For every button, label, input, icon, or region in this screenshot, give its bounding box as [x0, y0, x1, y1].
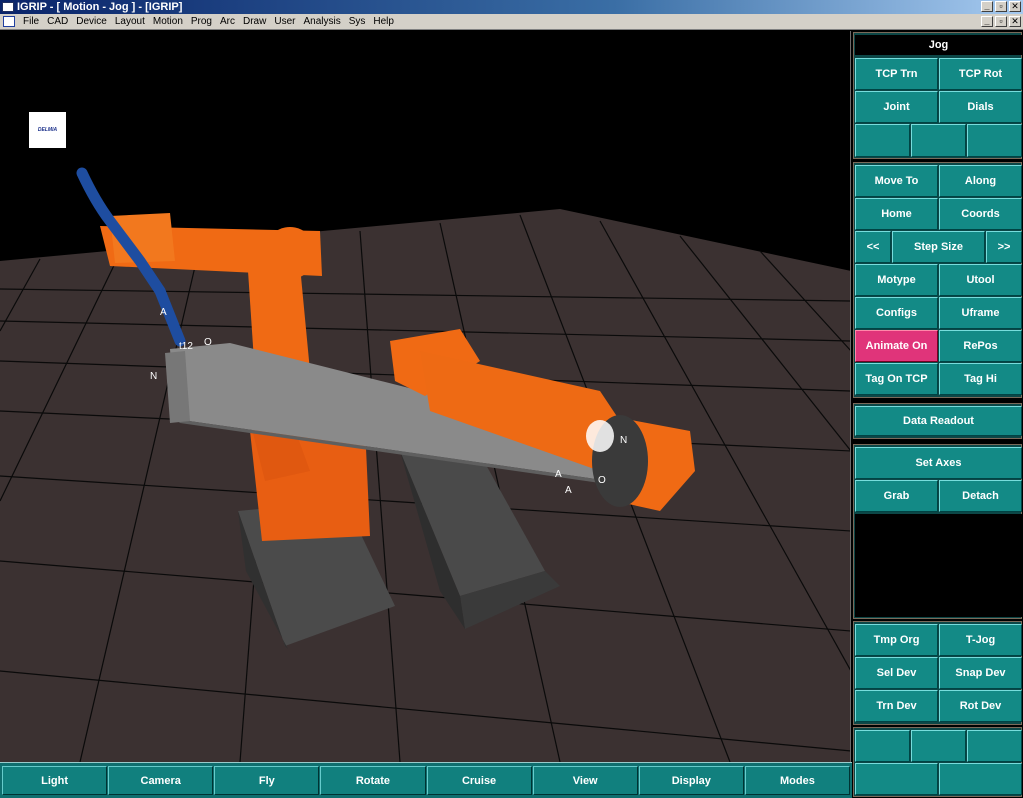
cruise-button[interactable]: Cruise — [426, 766, 532, 795]
empty-slot[interactable] — [911, 124, 966, 157]
animate-on-button[interactable]: Animate On — [855, 330, 938, 362]
minimize-icon[interactable]: _ — [981, 1, 993, 12]
bottom-toolbar: Light Camera Fly Rotate Cruise View Disp… — [0, 762, 852, 798]
device-group: Tmp Org T-Jog Sel Dev Snap Dev Trn Dev R… — [853, 621, 1022, 725]
menu-layout[interactable]: Layout — [111, 16, 149, 27]
delmia-logo: DELMIA — [29, 112, 66, 148]
utool-button[interactable]: Utool — [939, 264, 1022, 296]
data-readout-button[interactable]: Data Readout — [855, 406, 1022, 436]
3d-viewport[interactable]: DELMIA A t12 O N A A O N — [0, 31, 851, 762]
scene-render — [0, 167, 850, 762]
joint-button[interactable]: Joint — [855, 91, 938, 123]
doc-minimize-icon[interactable]: _ — [981, 16, 993, 27]
tag-label-o: O — [598, 475, 606, 486]
trn-dev-button[interactable]: Trn Dev — [855, 690, 938, 722]
repos-button[interactable]: RePos — [939, 330, 1022, 362]
step-size-button[interactable]: Step Size — [892, 231, 985, 263]
rot-dev-button[interactable]: Rot Dev — [939, 690, 1022, 722]
maximize-icon[interactable]: ▫ — [995, 1, 1007, 12]
move-to-button[interactable]: Move To — [855, 165, 938, 197]
camera-button[interactable]: Camera — [108, 766, 214, 795]
axes-group: Set Axes Grab Detach — [853, 444, 1022, 619]
menu-motion[interactable]: Motion — [149, 16, 187, 27]
panel-blank-area — [855, 514, 1022, 617]
close-icon[interactable]: ✕ — [1009, 1, 1021, 12]
motion-group: Move To Along Home Coords << Step Size >… — [853, 162, 1022, 398]
jog-panel: Jog TCP Trn TCP Rot Joint Dials Move To … — [852, 31, 1023, 798]
menu-analysis[interactable]: Analysis — [299, 16, 344, 27]
tcp-rot-button[interactable]: TCP Rot — [939, 58, 1022, 90]
menu-help[interactable]: Help — [369, 16, 398, 27]
tag-label-a1: A — [555, 469, 562, 480]
menu-user[interactable]: User — [270, 16, 299, 27]
light-button[interactable]: Light — [2, 766, 108, 795]
menu-device[interactable]: Device — [72, 16, 111, 27]
app-icon — [2, 2, 14, 12]
tmp-org-button[interactable]: Tmp Org — [855, 624, 938, 656]
document-icon[interactable] — [3, 16, 15, 27]
grab-button[interactable]: Grab — [855, 480, 938, 512]
menu-sys[interactable]: Sys — [345, 16, 370, 27]
t-jog-button[interactable]: T-Jog — [939, 624, 1022, 656]
title-bar: IGRIP - [ Motion - Jog ] - [IGRIP] _ ▫ ✕ — [0, 0, 1023, 14]
menu-cad[interactable]: CAD — [43, 16, 72, 27]
set-axes-button[interactable]: Set Axes — [855, 447, 1022, 479]
along-button[interactable]: Along — [939, 165, 1022, 197]
empty-slot[interactable] — [967, 124, 1022, 157]
menu-draw[interactable]: Draw — [239, 16, 270, 27]
window-title: IGRIP - [ Motion - Jog ] - [IGRIP] — [17, 1, 183, 13]
igrip-window: IGRIP - [ Motion - Jog ] - [IGRIP] _ ▫ ✕… — [0, 0, 1023, 798]
step-increase-button[interactable]: >> — [986, 231, 1022, 263]
home-button[interactable]: Home — [855, 198, 938, 230]
empty-slot[interactable] — [855, 124, 910, 157]
sel-dev-button[interactable]: Sel Dev — [855, 657, 938, 689]
menu-bar: File CAD Device Layout Motion Prog Arc D… — [0, 14, 1023, 30]
dials-button[interactable]: Dials — [939, 91, 1022, 123]
modes-button[interactable]: Modes — [744, 766, 850, 795]
document-controls: _ ▫ ✕ — [981, 16, 1021, 27]
detach-button[interactable]: Detach — [939, 480, 1022, 512]
empty-slot[interactable] — [855, 730, 910, 762]
menu-prog[interactable]: Prog — [187, 16, 216, 27]
uframe-button[interactable]: Uframe — [939, 297, 1022, 329]
coords-button[interactable]: Coords — [939, 198, 1022, 230]
motype-button[interactable]: Motype — [855, 264, 938, 296]
empty-slot[interactable] — [967, 730, 1022, 762]
empty-slot[interactable] — [939, 763, 1022, 795]
tool-label-o: O — [204, 337, 212, 348]
readout-group: Data Readout — [853, 403, 1022, 439]
doc-close-icon[interactable]: ✕ — [1009, 16, 1021, 27]
empty-group — [853, 727, 1022, 797]
menu-file[interactable]: File — [19, 16, 43, 27]
tool-label-n: N — [150, 371, 158, 382]
fly-button[interactable]: Fly — [214, 766, 320, 795]
view-button[interactable]: View — [532, 766, 638, 795]
rotate-button[interactable]: Rotate — [320, 766, 426, 795]
tool-label-a: A — [160, 307, 167, 318]
step-decrease-button[interactable]: << — [855, 231, 891, 263]
tcp-trn-button[interactable]: TCP Trn — [855, 58, 938, 90]
tag-label-a2: A — [565, 485, 572, 496]
tag-on-tcp-button[interactable]: Tag On TCP — [855, 363, 938, 395]
doc-restore-icon[interactable]: ▫ — [995, 16, 1007, 27]
tag-label-n: N — [620, 435, 628, 446]
panel-title: Jog — [855, 35, 1022, 55]
empty-slot[interactable] — [911, 730, 966, 762]
tool-label-t12: t12 — [179, 341, 193, 352]
tag-hi-button[interactable]: Tag Hi — [939, 363, 1022, 395]
configs-button[interactable]: Configs — [855, 297, 938, 329]
window-controls: _ ▫ ✕ — [981, 1, 1021, 12]
jog-group: Jog TCP Trn TCP Rot Joint Dials — [853, 32, 1022, 159]
snap-dev-button[interactable]: Snap Dev — [939, 657, 1022, 689]
menu-arc[interactable]: Arc — [216, 16, 239, 27]
empty-slot[interactable] — [855, 763, 938, 795]
display-button[interactable]: Display — [638, 766, 744, 795]
